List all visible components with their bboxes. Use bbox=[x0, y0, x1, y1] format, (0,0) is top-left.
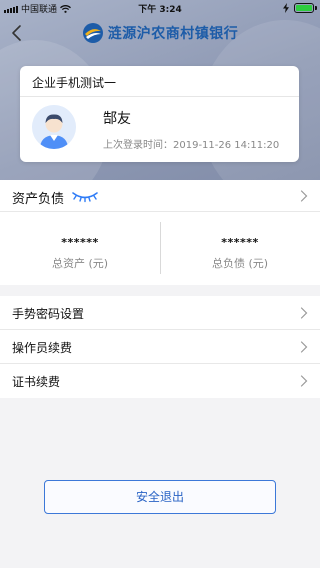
user-icon bbox=[32, 105, 76, 149]
chevron-right-icon bbox=[300, 375, 308, 387]
status-time: 下午 3:24 bbox=[138, 5, 182, 15]
company-name: 企业手机测试一 bbox=[32, 76, 117, 90]
charging-icon bbox=[283, 3, 289, 13]
menu-item-label: 操作员续费 bbox=[12, 341, 73, 355]
bank-logo-icon bbox=[82, 23, 103, 43]
total-liabilities-label: 总负债 (元) bbox=[211, 257, 269, 270]
total-liabilities-value: ****** bbox=[221, 236, 259, 249]
asset-title: 资产负债 bbox=[12, 192, 65, 207]
bank-name: 涟源沪农商村镇银行 bbox=[107, 26, 239, 42]
user-card: 企业手机测试一 郜友 上次登录时间：2019-11-26 14:11:20 bbox=[20, 66, 299, 162]
chevron-right-icon bbox=[300, 341, 308, 353]
divider bbox=[20, 96, 299, 97]
menu-item-gesture-password[interactable]: 手势密码设置 bbox=[0, 296, 320, 330]
asset-summary: ****** 总资产 (元) ****** 总负债 (元) bbox=[0, 212, 320, 285]
total-liabilities: ****** 总负债 (元) bbox=[160, 212, 320, 285]
total-assets-value: ****** bbox=[61, 236, 99, 249]
logout-button[interactable]: 安全退出 bbox=[44, 480, 276, 514]
status-bar: 中国联通 下午 3:24 bbox=[0, 0, 320, 16]
asset-header[interactable]: 资产负债 bbox=[0, 180, 320, 212]
nav-bar: 涟源沪农商村镇银行 bbox=[0, 18, 320, 48]
menu-item-operator-renewal[interactable]: 操作员续费 bbox=[0, 330, 320, 364]
battery-icon bbox=[294, 3, 317, 13]
asset-section: 资产负债 ****** 总资产 (元) ****** 总负债 (元) bbox=[0, 180, 320, 285]
menu-item-certificate-renewal[interactable]: 证书续费 bbox=[0, 364, 320, 398]
total-assets: ****** 总资产 (元) bbox=[0, 212, 160, 285]
chevron-right-icon bbox=[300, 307, 308, 319]
menu-item-label: 手势密码设置 bbox=[12, 307, 85, 321]
bank-brand: 涟源沪农商村镇银行 bbox=[0, 22, 320, 44]
total-assets-label: 总资产 (元) bbox=[51, 257, 109, 270]
avatar bbox=[32, 105, 76, 149]
eye-closed-icon[interactable] bbox=[70, 189, 100, 203]
last-login-time: 上次登录时间：2019-11-26 14:11:20 bbox=[103, 140, 280, 151]
chevron-right-icon bbox=[300, 190, 308, 202]
settings-menu: 手势密码设置 操作员续费 证书续费 bbox=[0, 296, 320, 398]
user-name: 郜友 bbox=[103, 111, 131, 127]
menu-item-label: 证书续费 bbox=[12, 375, 61, 389]
